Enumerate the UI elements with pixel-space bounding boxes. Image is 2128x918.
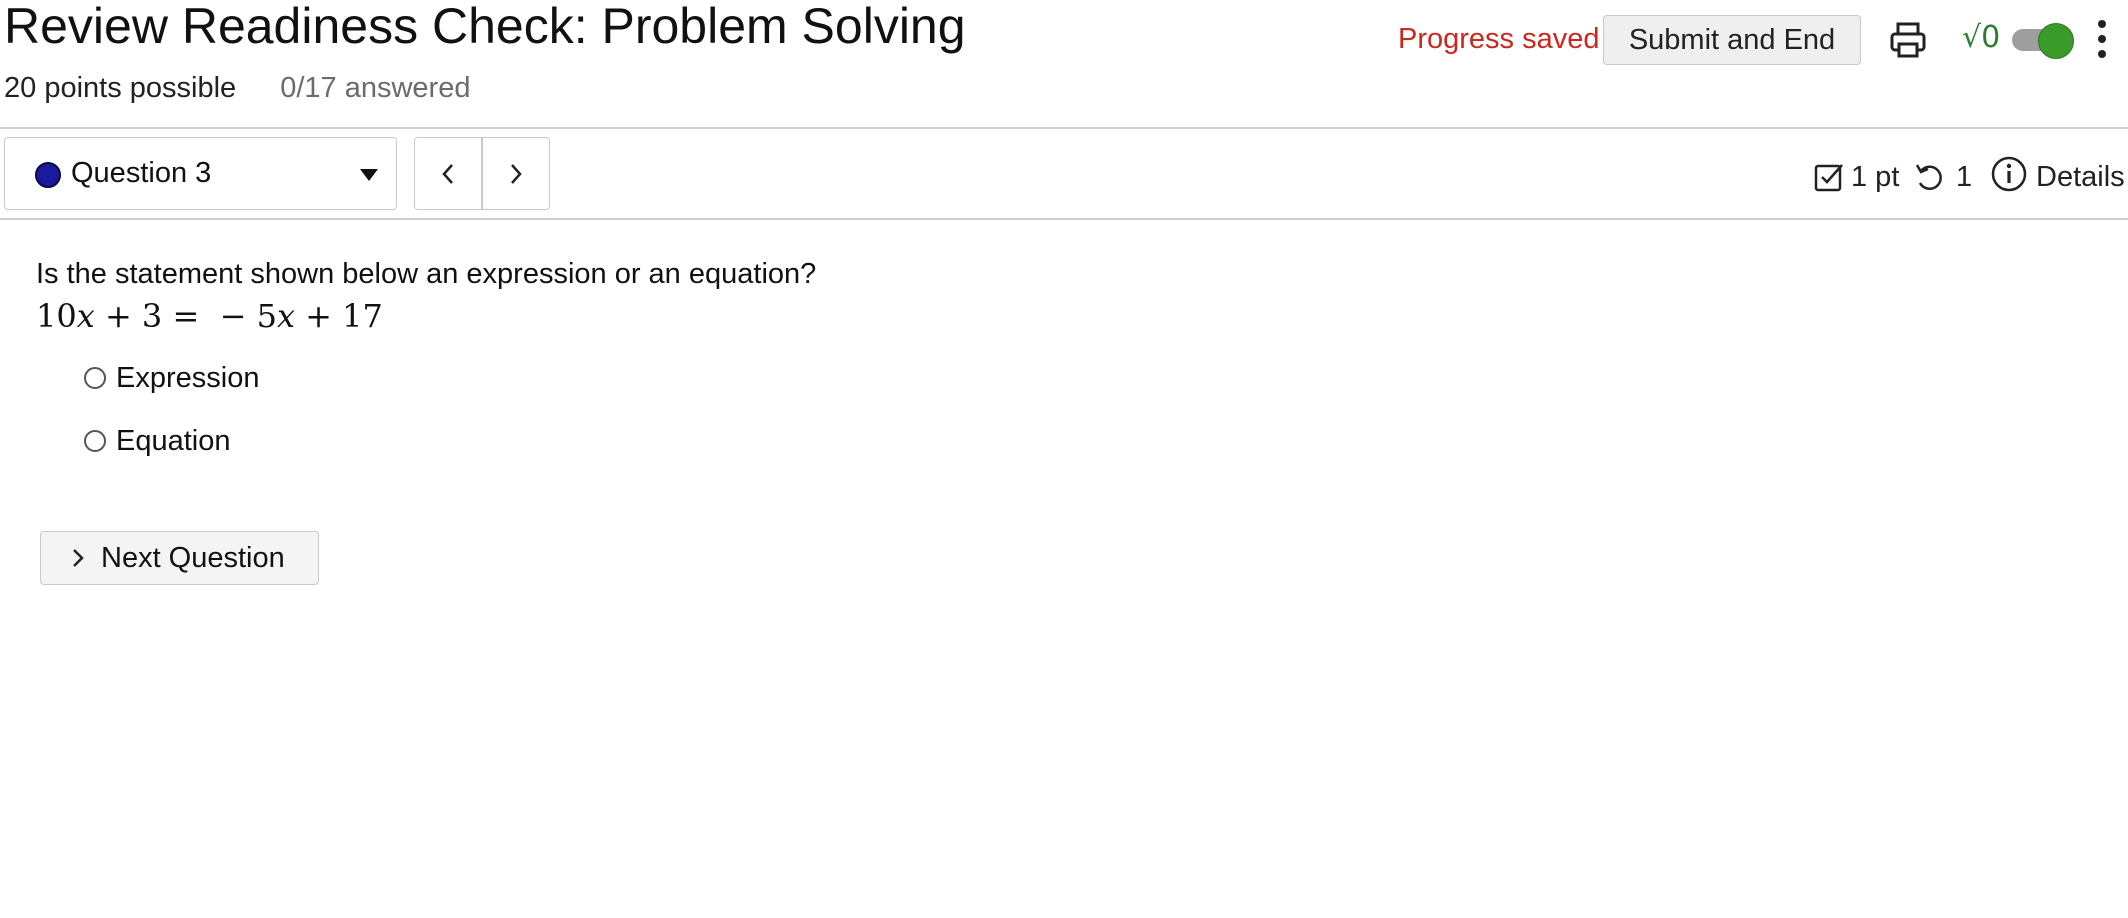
next-question-label: Next Question [101, 541, 285, 574]
print-icon[interactable] [1888, 20, 1928, 60]
assessment-summary: 20 points possible 0/17 answered [4, 70, 470, 106]
question-status-dot [35, 162, 61, 188]
chevron-right-icon [73, 549, 84, 567]
option-equation[interactable]: Equation [84, 421, 231, 461]
header-divider [0, 127, 2128, 129]
progress-status: Progress saved [1398, 23, 1600, 55]
checkbox-icon [1814, 164, 1843, 192]
option-equation-label: Equation [116, 425, 231, 457]
question-selector[interactable]: Question 3 [4, 137, 397, 210]
math-lhs-coef: 10 [36, 297, 77, 335]
attempts-count: 1 [1956, 161, 1973, 193]
math-rhs-rest: + 17 [295, 297, 383, 335]
previous-question-button[interactable] [415, 138, 483, 209]
math-lhs-var: x [76, 297, 95, 335]
question-points: 1 pt [1851, 161, 1900, 193]
next-question-button[interactable]: Next Question [40, 531, 319, 585]
caret-down-icon [360, 169, 378, 181]
chevron-left-icon [442, 163, 453, 184]
option-expression[interactable]: Expression [84, 358, 259, 398]
answered-count: 0/17 answered [280, 72, 471, 104]
info-icon[interactable] [1990, 155, 2028, 193]
details-link[interactable]: Details [2036, 157, 2125, 197]
points-possible: 20 points possible [4, 72, 237, 104]
option-expression-label: Expression [116, 362, 260, 394]
math-display-toggle-label: √0 [1962, 20, 2001, 55]
question-pager [414, 137, 550, 210]
radio-equation[interactable] [84, 430, 106, 452]
toggle-knob [2038, 23, 2074, 59]
question-prompt: Is the statement shown below an expressi… [36, 258, 817, 290]
math-lhs-rest: + 3 = [94, 297, 210, 335]
question-math: 10x + 3 = − 5x + 17 [36, 296, 383, 336]
more-vertical-icon[interactable] [2094, 18, 2110, 60]
page-title: Review Readiness Check: Problem Solving [4, 0, 966, 54]
assessment-page: Review Readiness Check: Problem Solving … [0, 0, 2128, 918]
math-rhs-sign: − 5 [209, 297, 277, 335]
submit-and-end-button[interactable]: Submit and End [1603, 15, 1861, 65]
radio-expression[interactable] [84, 367, 106, 389]
chevron-right-icon [511, 163, 522, 184]
math-display-toggle[interactable] [2012, 23, 2074, 59]
next-question-arrow-button[interactable] [483, 138, 549, 209]
question-divider [0, 218, 2128, 220]
retry-icon [1915, 164, 1942, 190]
math-rhs-var: x [276, 297, 295, 335]
question-selector-label: Question 3 [71, 157, 212, 189]
